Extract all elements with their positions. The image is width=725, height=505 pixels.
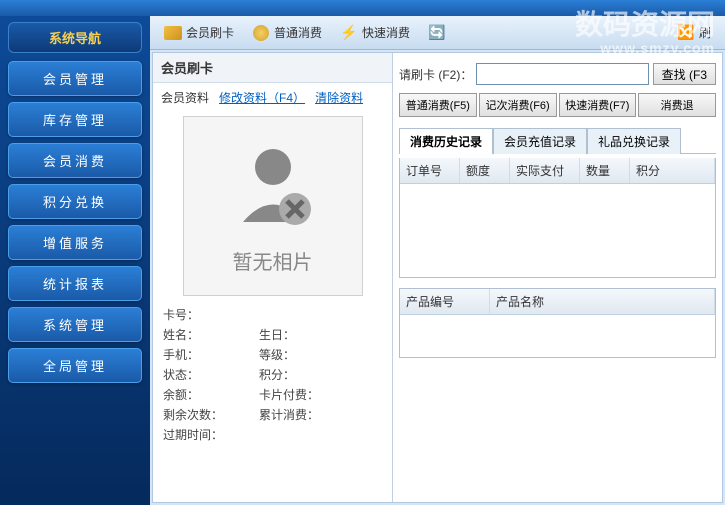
main-wrap: 系统导航 会员管理 库存管理 会员消费 积分兑换 增值服务 统计报表 系统管理 … — [0, 16, 725, 505]
toolbar-normal-consume[interactable]: 普通消费 — [244, 21, 330, 45]
toolbar: 会员刷卡 普通消费 ⚡ 快速消费 🔄 🔀 刷 — [150, 16, 725, 50]
clear-info-link[interactable]: 清除资料 — [315, 91, 363, 105]
label-name: 姓名： — [163, 326, 219, 343]
member-info-label: 会员资料 — [161, 91, 209, 105]
no-photo-icon — [223, 137, 323, 242]
swipe-label: 请刷卡 (F2)： — [399, 66, 472, 83]
sidebar-item-global-manage[interactable]: 全局管理 — [8, 348, 142, 383]
toolbar-swipe-card-label: 会员刷卡 — [186, 24, 234, 41]
find-button[interactable]: 查找 (F3 — [653, 63, 716, 85]
product-grid: 产品编号 产品名称 — [399, 288, 716, 358]
swipe-input[interactable] — [476, 63, 648, 85]
action-buttons: 普通消费(F5) 记次消费(F6) 快速消费(F7) 消费退 — [399, 93, 716, 117]
col-product-no: 产品编号 — [400, 289, 490, 314]
sidebar-item-member-manage[interactable]: 会员管理 — [8, 61, 142, 96]
sidebar-title: 系统导航 — [8, 22, 142, 53]
tab-gift-history[interactable]: 礼品兑换记录 — [587, 128, 681, 154]
toolbar-swipe-card[interactable]: 会员刷卡 — [156, 21, 242, 45]
label-total-consume: 累计消费： — [259, 406, 319, 423]
label-balance: 余额： — [163, 386, 219, 403]
label-points: 积分： — [259, 366, 319, 383]
body-area: 会员刷卡 会员资料 修改资料（F4） 清除资料 暂无相片 卡号： — [152, 52, 723, 503]
label-card-pay: 卡片付费： — [259, 386, 319, 403]
label-status: 状态： — [163, 366, 219, 383]
toolbar-switch[interactable]: 🔀 刷 — [669, 21, 719, 45]
sidebar-item-value-added[interactable]: 增值服务 — [8, 225, 142, 260]
refresh-icon: 🔄 — [428, 24, 446, 42]
label-expire-time: 过期时间： — [163, 426, 243, 443]
col-points: 积分 — [630, 158, 715, 183]
col-qty: 数量 — [580, 158, 630, 183]
panel-title: 会员刷卡 — [153, 53, 392, 83]
sidebar-item-inventory[interactable]: 库存管理 — [8, 102, 142, 137]
col-product-name: 产品名称 — [490, 289, 715, 314]
history-grid: 订单号 额度 实际支付 数量 积分 — [399, 158, 716, 278]
no-photo-text: 暂无相片 — [233, 246, 313, 275]
content: 会员刷卡 普通消费 ⚡ 快速消费 🔄 🔀 刷 会员刷卡 — [150, 16, 725, 505]
btn-consume-return[interactable]: 消费退 — [638, 93, 716, 117]
left-panel: 会员刷卡 会员资料 修改资料（F4） 清除资料 暂无相片 卡号： — [153, 53, 393, 502]
history-grid-head: 订单号 额度 实际支付 数量 积分 — [400, 158, 715, 184]
sidebar: 系统导航 会员管理 库存管理 会员消费 积分兑换 增值服务 统计报表 系统管理 … — [0, 16, 150, 505]
toolbar-quick-consume-label: 快速消费 — [362, 24, 410, 41]
coin-icon — [252, 24, 270, 42]
tab-recharge-history[interactable]: 会员充值记录 — [493, 128, 587, 154]
edit-info-link[interactable]: 修改资料（F4） — [219, 91, 305, 105]
toolbar-switch-label: 刷 — [699, 24, 711, 41]
btn-normal-consume[interactable]: 普通消费(F5) — [399, 93, 477, 117]
member-info-header: 会员资料 修改资料（F4） 清除资料 — [153, 83, 392, 112]
swipe-row: 请刷卡 (F2)： 查找 (F3 — [399, 59, 716, 89]
tab-consume-history[interactable]: 消费历史记录 — [399, 128, 493, 154]
right-panel: 请刷卡 (F2)： 查找 (F3 普通消费(F5) 记次消费(F6) 快速消费(… — [393, 53, 722, 502]
label-level: 等级： — [259, 346, 319, 363]
sidebar-item-points-exchange[interactable]: 积分兑换 — [8, 184, 142, 219]
window-top-strip — [0, 0, 725, 16]
sidebar-item-system-manage[interactable]: 系统管理 — [8, 307, 142, 342]
col-order-no: 订单号 — [400, 158, 460, 183]
toolbar-extra[interactable]: 🔄 — [420, 21, 454, 45]
card-icon — [164, 24, 182, 42]
label-phone: 手机： — [163, 346, 219, 363]
label-remain-count: 剩余次数： — [163, 406, 233, 423]
toolbar-normal-consume-label: 普通消费 — [274, 24, 322, 41]
photo-area: 暂无相片 — [183, 116, 363, 296]
member-info-grid: 卡号： 姓名： 生日： 手机： 等级： 状态： 积分： 余额： — [153, 300, 392, 452]
product-grid-head: 产品编号 产品名称 — [400, 289, 715, 315]
switch-icon: 🔀 — [677, 24, 695, 42]
toolbar-quick-consume[interactable]: ⚡ 快速消费 — [332, 21, 418, 45]
history-tabs: 消费历史记录 会员充值记录 礼品兑换记录 — [399, 127, 716, 154]
col-actual-pay: 实际支付 — [510, 158, 580, 183]
lightning-icon: ⚡ — [340, 24, 358, 42]
col-amount: 额度 — [460, 158, 510, 183]
label-card-no: 卡号： — [163, 306, 219, 323]
label-birthday: 生日： — [259, 326, 319, 343]
btn-quick-consume[interactable]: 快速消费(F7) — [559, 93, 637, 117]
sidebar-item-stats-report[interactable]: 统计报表 — [8, 266, 142, 301]
sidebar-item-member-consume[interactable]: 会员消费 — [8, 143, 142, 178]
btn-count-consume[interactable]: 记次消费(F6) — [479, 93, 557, 117]
